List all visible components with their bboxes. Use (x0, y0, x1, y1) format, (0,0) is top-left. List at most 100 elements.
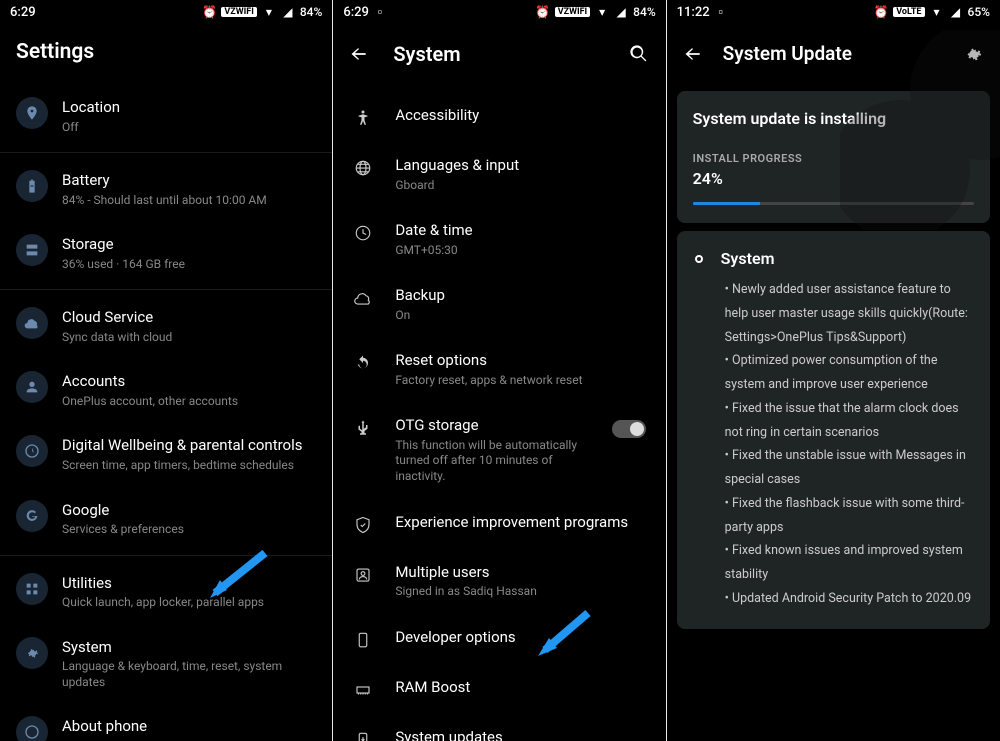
settings-item-wellbeing[interactable]: Digital Wellbeing & parental controlsScr… (0, 422, 332, 486)
item-title: Digital Wellbeing & parental controls (62, 436, 316, 456)
item-title: OTG storage (395, 416, 589, 436)
otg-toggle[interactable] (612, 420, 646, 438)
alarm-icon: ⏰ (202, 5, 216, 19)
system-item-backup[interactable]: Backup On (333, 272, 665, 337)
alarm-icon: ⏰ (874, 5, 888, 19)
network-badge: VZWIFI (221, 7, 256, 17)
battery-percent: 65% (968, 5, 990, 19)
status-bar: 6:29 ▫ ⏰ VZWIFI ▾ ◢ 84% (333, 0, 665, 24)
battery-percent: 84% (300, 5, 322, 19)
system-item-datetime[interactable]: Date & timeGMT+05:30 (333, 207, 665, 272)
developer-icon (353, 630, 373, 650)
item-title: Developer options (395, 628, 645, 648)
progress-bar (693, 202, 974, 205)
signal-icon: ◢ (949, 5, 963, 19)
item-subtitle: Language & keyboard, time, reset, system… (62, 659, 316, 690)
item-title: Date & time (395, 221, 645, 241)
system-item-ram[interactable]: RAM Boost (333, 664, 665, 714)
gear-icon[interactable] (962, 43, 984, 65)
page-title: Settings (0, 24, 332, 84)
utilities-icon (16, 573, 48, 605)
divider (0, 152, 332, 153)
system-item-developer[interactable]: Developer options (333, 614, 665, 664)
status-bar: 6:29 ⏰ VZWIFI ▾ ◢ 84% (0, 0, 332, 24)
wifi-icon: ▾ (595, 5, 609, 19)
item-title: Accounts (62, 372, 316, 392)
back-icon[interactable] (683, 44, 703, 64)
item-subtitle: OnePlus account, other accounts (62, 394, 316, 410)
system-list: Accessibility Languages & inputGboard Da… (333, 84, 665, 741)
system-item-experience[interactable]: Experience improvement programs (333, 499, 665, 549)
settings-item-accounts[interactable]: Accounts OnePlus account, other accounts (0, 358, 332, 422)
item-title: Accessibility (395, 106, 645, 126)
item-subtitle: 84% - Should last until about 10:00 AM (62, 193, 316, 209)
item-subtitle: Sync data with cloud (62, 330, 316, 346)
item-title: Backup (395, 286, 645, 306)
system-item-otg[interactable]: OTG storageThis function will be automat… (333, 402, 665, 498)
changelog-item: • Optimized power consumption of the sys… (725, 349, 976, 397)
wifi-icon: ▾ (262, 5, 276, 19)
item-subtitle: Gboard (395, 178, 645, 194)
network-badge: VZWIFI (555, 7, 590, 17)
settings-item-cloud[interactable]: Cloud ServiceSync data with cloud (0, 294, 332, 358)
reset-icon (353, 353, 373, 373)
backup-icon (353, 288, 373, 308)
system-item-updates[interactable]: System updates (333, 714, 665, 741)
item-title: System updates (395, 728, 645, 741)
usb-icon (353, 418, 373, 438)
item-title: Battery (62, 171, 316, 191)
item-title: Experience improvement programs (395, 513, 645, 533)
settings-item-about[interactable]: About phoneOnePlus 7T (0, 703, 332, 741)
item-title: Reset options (395, 351, 645, 371)
back-icon[interactable] (349, 44, 369, 64)
changelog-item: • Fixed known issues and improved system… (725, 539, 976, 587)
changelog-item: • Fixed the flashback issue with some th… (725, 492, 976, 540)
item-title: Utilities (62, 574, 316, 594)
install-progress-card: System update is installing INSTALL PROG… (677, 91, 990, 223)
settings-item-google[interactable]: GoogleServices & preferences (0, 487, 332, 551)
divider (0, 289, 332, 290)
search-icon[interactable] (628, 43, 650, 65)
changelog-item: • Fixed the issue that the alarm clock d… (725, 397, 976, 445)
item-title: RAM Boost (395, 678, 645, 698)
status-time: 6:29 (343, 5, 369, 20)
clock-icon (353, 223, 373, 243)
settings-list: Location Off Battery 84% - Should last unt… (0, 84, 332, 741)
page-title: System (393, 42, 603, 66)
system-item-languages[interactable]: Languages & inputGboard (333, 142, 665, 207)
item-title: Google (62, 501, 316, 521)
settings-item-storage[interactable]: Storage36% used · 164 GB free (0, 221, 332, 285)
item-subtitle: Off (62, 120, 316, 136)
system-panel: 6:29 ▫ ⏰ VZWIFI ▾ ◢ 84% System Accessibi… (333, 0, 665, 741)
settings-item-battery[interactable]: Battery 84% - Should last until about 10:… (0, 157, 332, 221)
system-item-reset[interactable]: Reset optionsFactory reset, apps & netwo… (333, 337, 665, 402)
settings-panel: 6:29 ⏰ VZWIFI ▾ ◢ 84% Settings Location O… (0, 0, 332, 741)
system-item-accessibility[interactable]: Accessibility (333, 92, 665, 142)
progress-value: 24% (693, 169, 974, 188)
update-icon (353, 730, 373, 741)
settings-item-system[interactable]: SystemLanguage & keyboard, time, reset, … (0, 624, 332, 704)
accessibility-icon (353, 108, 373, 128)
status-bar: 11:22 ▫ ⏰ VoLTE ▾ ◢ 65% (667, 0, 1000, 24)
signal-icon: ◢ (281, 5, 295, 19)
google-icon (16, 500, 48, 532)
item-title: About phone (62, 717, 316, 737)
settings-item-location[interactable]: Location Off (0, 84, 332, 148)
settings-item-utilities[interactable]: UtilitiesQuick launch, app locker, paral… (0, 560, 332, 624)
item-subtitle: Services & preferences (62, 522, 316, 538)
wellbeing-icon (16, 435, 48, 467)
globe-icon (353, 158, 373, 178)
item-subtitle: On (395, 308, 645, 324)
users-icon (353, 565, 373, 585)
item-title: Location (62, 98, 316, 118)
changelog-list: • Newly added user assistance feature to… (691, 278, 976, 611)
system-item-users[interactable]: Multiple usersSigned in as Sadiq Hassan (333, 549, 665, 614)
status-time: 11:22 (677, 5, 710, 20)
changelog-item: • Fixed the unstable issue with Messages… (725, 444, 976, 492)
item-title: Multiple users (395, 563, 645, 583)
install-title: System update is installing (693, 109, 974, 128)
item-title: System (62, 638, 316, 658)
header: System (333, 24, 665, 84)
system-icon (16, 637, 48, 669)
update-panel: 11:22 ▫ ⏰ VoLTE ▾ ◢ 65% System Update Sy… (667, 0, 1000, 741)
